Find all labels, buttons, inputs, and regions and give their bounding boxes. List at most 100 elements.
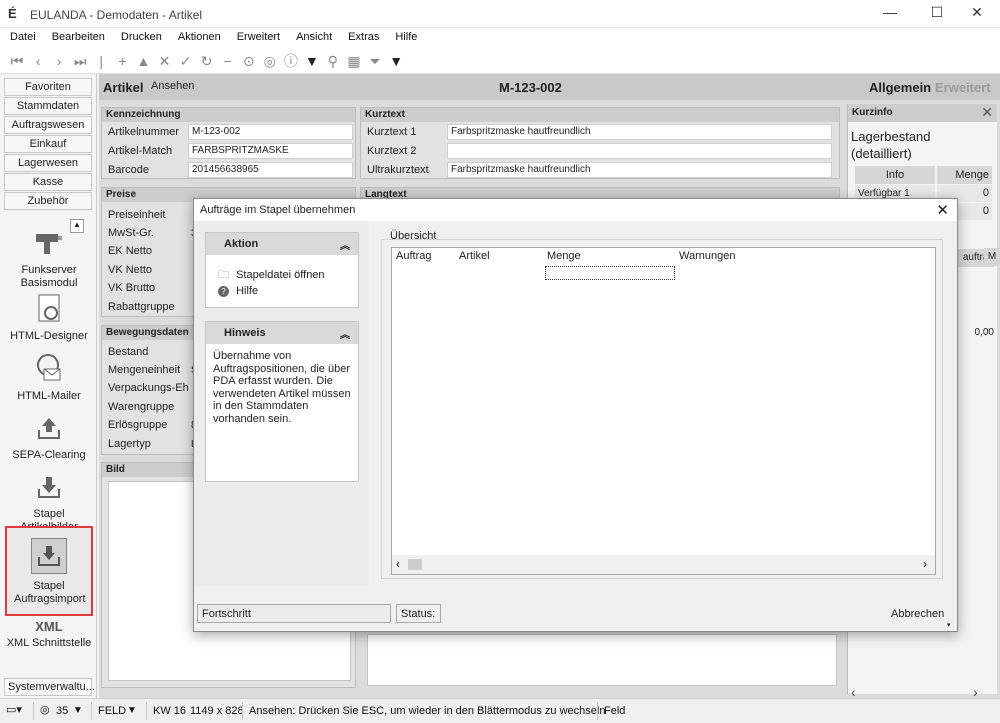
field-label: Rabattgruppe	[108, 301, 175, 313]
tab-allgemein[interactable]: Allgemein	[869, 80, 931, 95]
artikel-match-field[interactable]: FARBSPRITZMASKE	[188, 143, 353, 159]
target-icon[interactable]: ◎	[261, 51, 279, 71]
field-label: Ultrakurztext	[367, 164, 429, 176]
dialog-titlebar: Aufträge im Stapel übernehmen ✕	[194, 199, 957, 221]
delete-icon[interactable]: ✕	[155, 51, 173, 71]
module-funkserver[interactable]: Funkserver Basismodul	[2, 226, 96, 290]
collapse-icon[interactable]: ︽	[340, 326, 350, 341]
module-stapel-artikelbilder[interactable]: Stapel Artikelbilder	[2, 470, 96, 534]
zoom-icon[interactable]: ◎	[40, 703, 50, 716]
status-field: Status:	[396, 604, 441, 623]
kurztext2-field[interactable]	[447, 143, 832, 159]
field-mode-dropdown-icon[interactable]: ▼	[127, 705, 137, 716]
sidebar-tab-zubehoer[interactable]: Zubehör	[4, 192, 92, 210]
overview-grid[interactable]: Auftrag Artikel Menge Warnungen ‹ ›	[391, 247, 936, 575]
sidebar-tab-lagerwesen[interactable]: Lagerwesen	[4, 154, 92, 172]
column-header-auftrag[interactable]: Auftrag	[396, 250, 431, 262]
kennzeichnung-panel: Kennzeichnung Artikelnummer M-123-002 Ar…	[101, 107, 356, 179]
close-icon[interactable]: ✕	[981, 104, 993, 121]
module-html-mailer[interactable]: HTML-Mailer	[2, 352, 96, 402]
zoom-value[interactable]: 35	[56, 705, 68, 717]
abbrechen-button[interactable]: Abbrechen	[891, 608, 944, 620]
artikelnummer-field[interactable]: M-123-002	[188, 124, 353, 140]
sidebar-tab-stammdaten[interactable]: Stammdaten	[4, 97, 92, 115]
last-record-icon[interactable]: ⏭	[71, 51, 89, 71]
menu-extras[interactable]: Extras	[338, 28, 385, 43]
scroll-right-icon[interactable]: ›	[923, 557, 927, 571]
stapel-import-dialog: Aufträge im Stapel übernehmen ✕ Aktion ︽…	[193, 198, 958, 632]
binoculars-icon[interactable]: ⊙	[240, 51, 258, 71]
module-label: HTML-Mailer	[17, 390, 81, 402]
menu-erweitert[interactable]: Erweitert	[227, 28, 286, 43]
minimize-button[interactable]: —	[875, 4, 905, 24]
field-label: Kurztext 2	[367, 145, 417, 157]
field-label: VK Brutto	[108, 282, 156, 294]
first-record-icon[interactable]: ⏮	[8, 51, 26, 71]
scrollbar-thumb[interactable]	[408, 559, 422, 570]
close-icon[interactable]: ✕	[936, 201, 949, 219]
field-mode[interactable]: FELD	[98, 705, 126, 717]
column-header-menge: Menge	[937, 166, 992, 184]
module-label: XML Schnittstelle	[6, 637, 92, 649]
next-record-icon[interactable]: ›	[50, 51, 68, 71]
tab-erweitert[interactable]: Erweitert	[935, 80, 991, 95]
kurztext1-field[interactable]: Farbspritzmaske hautfreundlich	[447, 124, 832, 140]
field-label: Bestand	[108, 346, 149, 358]
refresh-icon[interactable]: ↻	[198, 51, 216, 71]
maximize-button[interactable]: ☐	[922, 4, 952, 24]
langtext-area[interactable]	[367, 634, 837, 686]
hilfe-link[interactable]: ? Hilfe	[218, 285, 258, 297]
module-stapel-auftragsimport[interactable]: Stapel Auftragsimport	[5, 526, 93, 616]
module-sepa-clearing[interactable]: SEPA-Clearing	[2, 411, 96, 461]
menu-aktionen[interactable]: Aktionen	[168, 28, 227, 43]
up-icon[interactable]: ▲	[134, 51, 152, 71]
remove-icon[interactable]: −	[219, 51, 237, 71]
field-label: EK Netto	[108, 245, 153, 257]
module-html-designer[interactable]: HTML-Designer	[2, 292, 96, 342]
column-header-warnungen[interactable]: Warnungen	[679, 250, 735, 262]
sidebar: Favoriten Stammdaten Auftragswesen Einka…	[0, 74, 97, 698]
menu-ansicht[interactable]: Ansicht	[286, 28, 338, 43]
sidebar-tab-kasse[interactable]: Kasse	[4, 173, 92, 191]
zoom-dropdown-icon[interactable]: ▼	[73, 705, 83, 716]
form-header: Artikel Ansehen M-123-002 Allgemein Erwe…	[99, 74, 1000, 100]
confirm-icon[interactable]: ✓	[177, 51, 195, 71]
menu-hilfe[interactable]: Hilfe	[385, 28, 423, 43]
module-xml-schnittstelle[interactable]: XML XML Schnittstelle	[2, 619, 96, 649]
field-label: Erlösgruppe	[108, 419, 168, 431]
grid-cell-focus[interactable]	[545, 266, 675, 280]
collapse-icon[interactable]: ︽	[340, 237, 350, 252]
column-header-artikel[interactable]: Artikel	[459, 250, 490, 262]
close-window-button[interactable]: ✕	[962, 4, 992, 24]
hinweis-header[interactable]: Hinweis ︽	[206, 322, 358, 344]
layout-icon[interactable]: ▭▾	[6, 703, 22, 716]
sidebar-tab-systemverwaltung[interactable]: Systemverwaltu...	[4, 678, 95, 696]
ultrakurztext-field[interactable]: Farbspritzmaske hautfreundlich	[447, 162, 832, 178]
sidebar-tab-auftragswesen[interactable]: Auftragswesen	[4, 116, 92, 134]
info-icon[interactable]: ⓘ	[282, 51, 300, 71]
sidebar-tab-einkauf[interactable]: Einkauf	[4, 135, 92, 153]
column-header-menge[interactable]: Menge	[547, 250, 581, 262]
filter-icon[interactable]: ⏷	[366, 51, 384, 71]
menu-bearbeiten[interactable]: Bearbeiten	[42, 28, 111, 43]
dropdown-icon[interactable]: ▼	[303, 51, 321, 71]
prev-record-icon[interactable]: ‹	[29, 51, 47, 71]
barcode-field[interactable]: 201456638965	[188, 162, 353, 178]
resize-grip-icon[interactable]: ▾	[947, 621, 951, 629]
upload-tray-icon	[31, 411, 67, 445]
add-icon[interactable]: +	[113, 51, 131, 71]
progress-label: Fortschritt	[202, 608, 251, 620]
aktion-header[interactable]: Aktion ︽	[206, 233, 358, 255]
menu-datei[interactable]: Datei	[0, 28, 42, 43]
horizontal-scrollbar[interactable]: ‹ ›	[392, 555, 935, 574]
stapeldatei-oeffnen-link[interactable]: 🗀 Stapeldatei öffnen	[218, 266, 325, 285]
filter-dropdown-icon[interactable]: ▼	[387, 51, 405, 71]
menu-drucken[interactable]: Drucken	[111, 28, 168, 43]
scroll-left-icon[interactable]: ‹	[396, 557, 400, 571]
person-icon[interactable]: ⚲	[324, 51, 342, 71]
field-label: Mengeneinheit	[108, 364, 181, 376]
dialog-title: Aufträge im Stapel übernehmen	[200, 204, 356, 216]
lagerbestand-title: Lagerbestand (detailliert)	[851, 129, 931, 161]
sidebar-tab-favoriten[interactable]: Favoriten	[4, 78, 92, 96]
grid-icon[interactable]: ▦	[345, 51, 363, 71]
